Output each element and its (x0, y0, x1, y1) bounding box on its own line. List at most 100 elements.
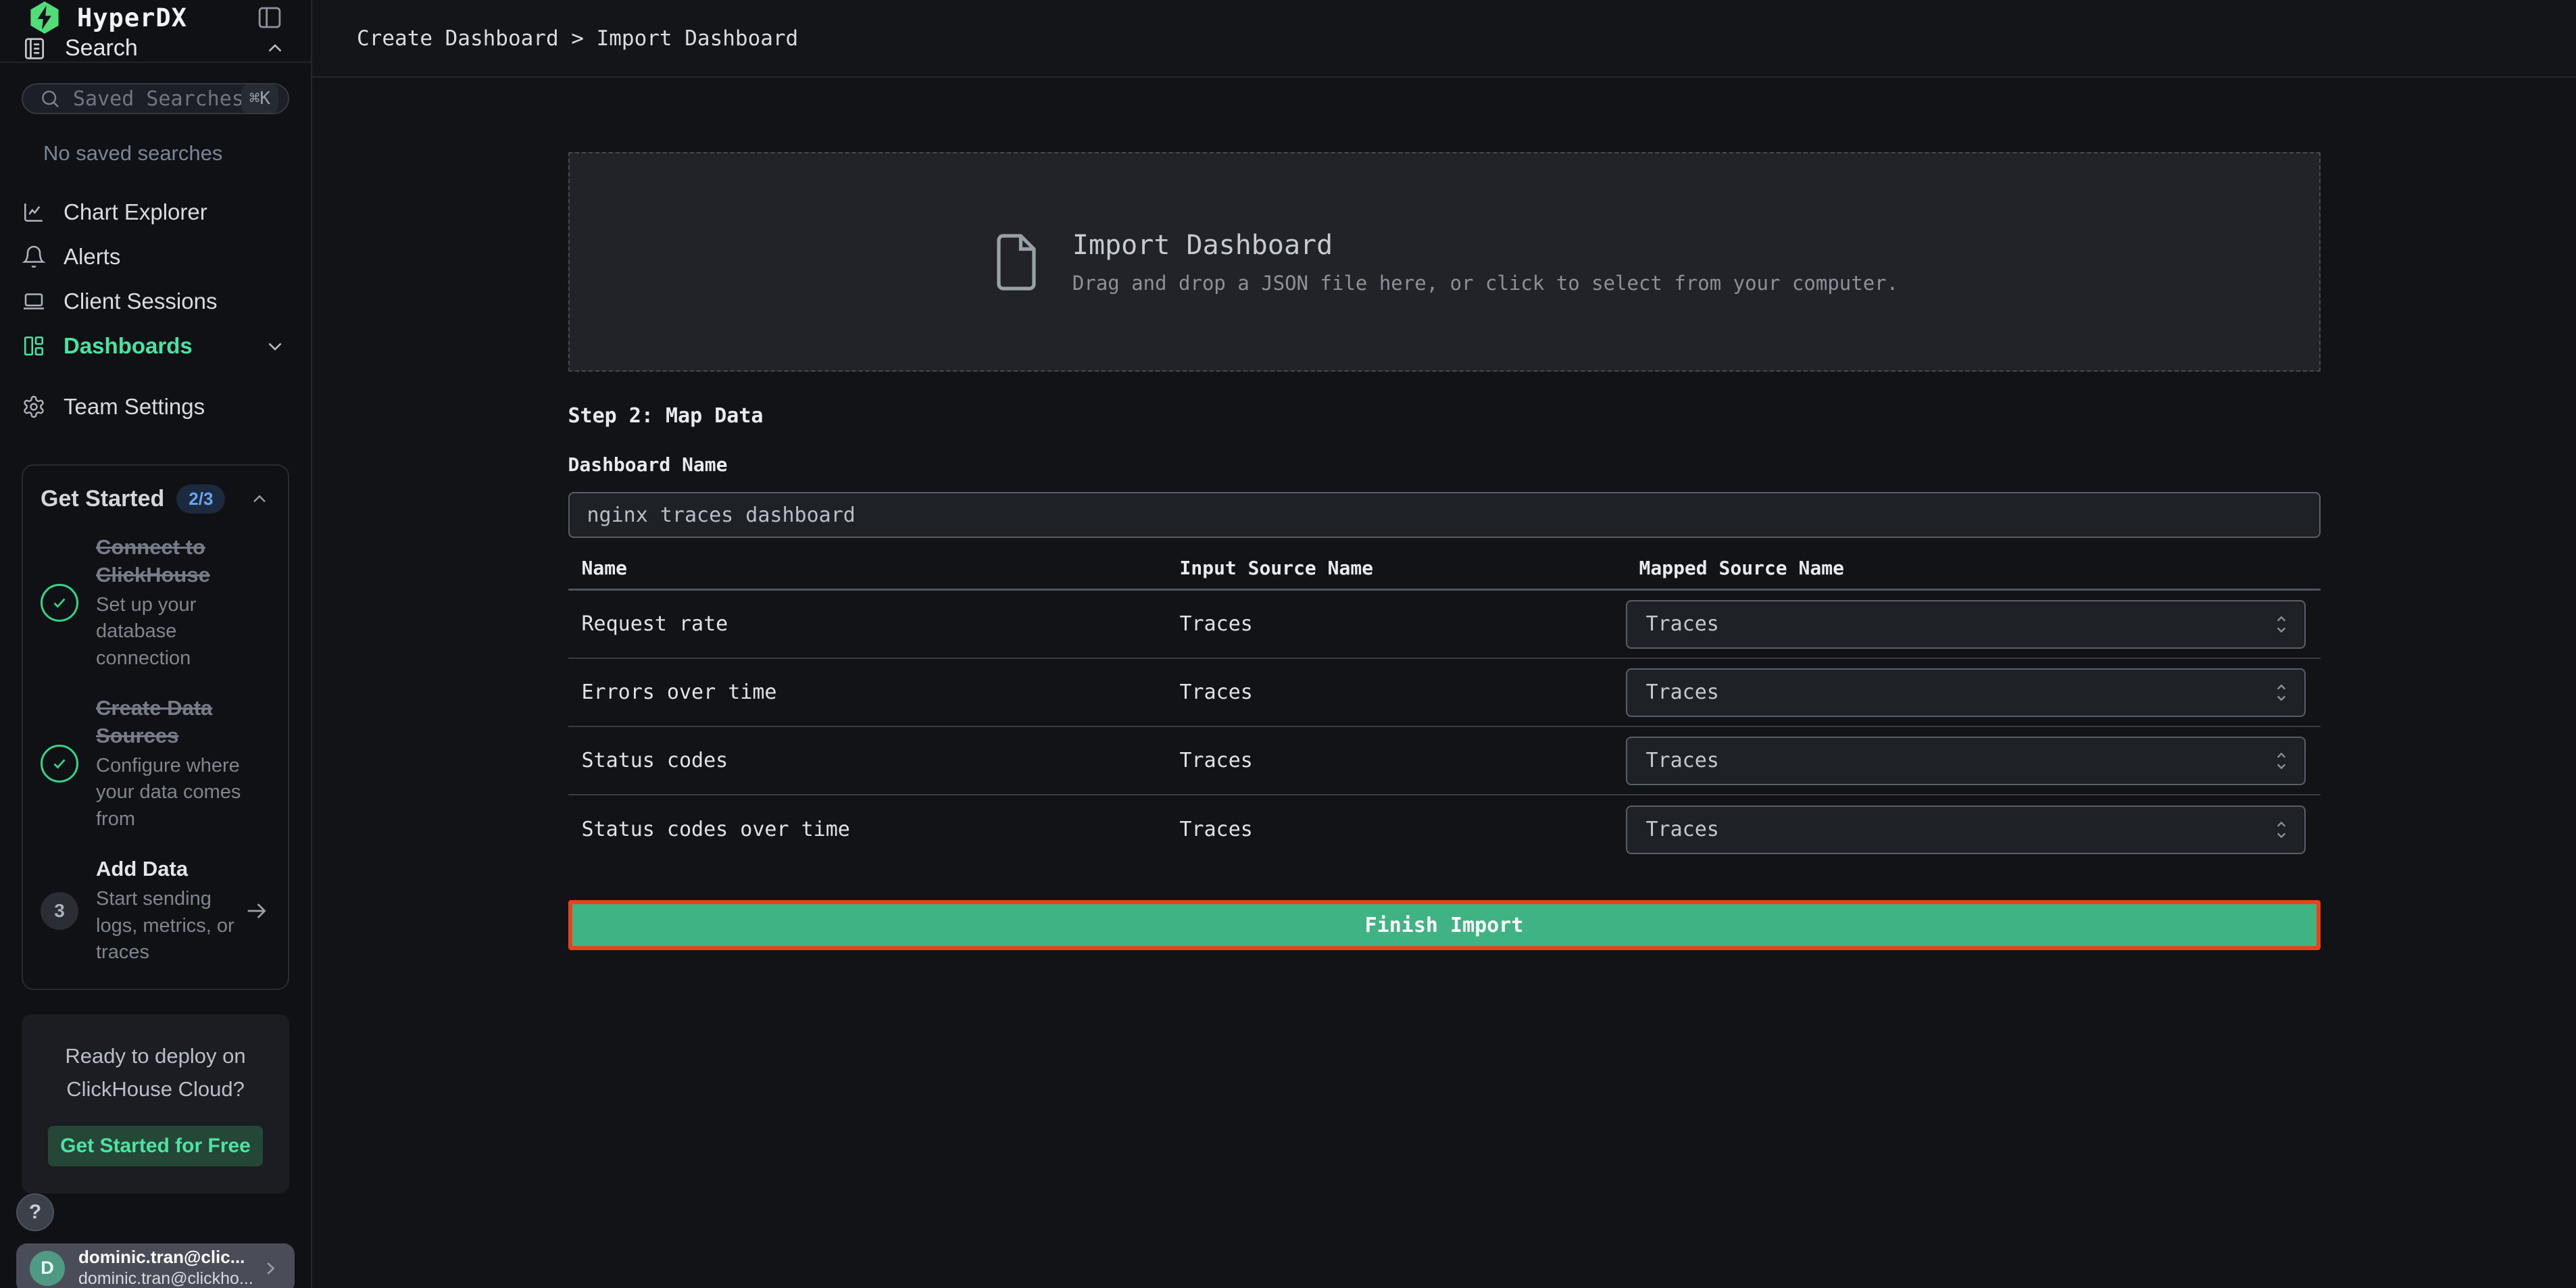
cell-name: Errors over time (568, 680, 1166, 704)
select-value: Traces (1646, 749, 2271, 772)
main-area: Create Dashboard > Import Dashboard Impo… (312, 0, 2576, 1288)
get-started-header[interactable]: Get Started 2/3 (41, 485, 270, 514)
chevron-up-icon[interactable] (249, 489, 270, 510)
sidebar-item-client-sessions[interactable]: Client Sessions (0, 279, 311, 324)
journal-icon (22, 36, 47, 61)
mapped-source-select[interactable]: Traces (1626, 600, 2306, 649)
dashboard-grid-icon (22, 334, 46, 358)
dashboard-name-input[interactable] (568, 492, 2321, 538)
user-menu[interactable]: D dominic.tran@clic... dominic.tran@clic… (16, 1243, 295, 1288)
nav-label: Alerts (64, 244, 120, 270)
get-started-items: Connect to ClickHouse Set up your databa… (41, 534, 270, 966)
column-header-input-source: Input Source Name (1166, 557, 1626, 579)
select-chevrons-icon (2271, 611, 2292, 638)
user-name: dominic.tran@clic... (78, 1247, 258, 1268)
nav-label: Dashboards (64, 333, 193, 359)
saved-searches-input[interactable] (73, 87, 241, 111)
search-section-label: Search (65, 35, 138, 61)
get-started-item-desc: Start sending logs, metrics, or traces (96, 886, 235, 966)
sidebar: HyperDX Search ⌘K (0, 0, 312, 1288)
get-started-item-connect[interactable]: Connect to ClickHouse Set up your databa… (41, 534, 270, 672)
hyperdx-logo-icon (27, 0, 62, 35)
sidebar-toggle-icon[interactable] (255, 3, 284, 32)
sidebar-item-chart-explorer[interactable]: Chart Explorer (0, 190, 311, 234)
cell-name: Status codes (568, 749, 1166, 772)
check-circle-icon (41, 745, 78, 783)
sidebar-item-alerts[interactable]: Alerts (0, 234, 311, 279)
mapped-source-select[interactable]: Traces (1626, 668, 2306, 717)
select-value: Traces (1646, 680, 2271, 704)
table-row: Request rate Traces Traces (568, 591, 2321, 659)
content-area: Import Dashboard Drag and drop a JSON fi… (312, 78, 2576, 1288)
sidebar-item-search[interactable]: Search (0, 35, 311, 63)
shortcut-badge: ⌘K (241, 84, 278, 113)
laptop-icon (22, 289, 46, 314)
table-header: Name Input Source Name Mapped Source Nam… (568, 551, 2321, 591)
get-started-card: Get Started 2/3 Connect to ClickHouse Se… (22, 464, 289, 990)
select-value: Traces (1646, 612, 2271, 636)
step-number-badge: 3 (41, 892, 78, 930)
clickhouse-cloud-promo: Ready to deploy on ClickHouse Cloud? Get… (22, 1014, 289, 1193)
cell-input-source: Traces (1166, 818, 1626, 841)
column-header-name: Name (568, 557, 1166, 579)
select-chevrons-icon (2271, 747, 2292, 774)
select-chevrons-icon (2271, 679, 2292, 706)
chevron-right-icon (258, 1257, 281, 1280)
get-started-item-desc: Set up your database connection (96, 592, 270, 672)
nav-label: Chart Explorer (64, 199, 207, 225)
mapped-source-select[interactable]: Traces (1626, 737, 2306, 785)
breadcrumb: Create Dashboard > Import Dashboard (357, 26, 798, 51)
table-row: Errors over time Traces Traces (568, 659, 2321, 727)
get-started-title: Get Started (41, 486, 164, 512)
chart-line-icon (22, 200, 46, 224)
nav-label: Client Sessions (64, 289, 217, 314)
cell-name: Request rate (568, 612, 1166, 636)
get-started-free-button[interactable]: Get Started for Free (48, 1126, 263, 1166)
import-dropzone[interactable]: Import Dashboard Drag and drop a JSON fi… (568, 152, 2321, 372)
search-icon (39, 88, 61, 109)
cell-name: Status codes over time (568, 818, 1166, 841)
select-chevrons-icon (2271, 816, 2292, 843)
mapping-table: Name Input Source Name Mapped Source Nam… (568, 551, 2321, 864)
sidebar-bottom: ? D dominic.tran@clic... dominic.tran@cl… (0, 1193, 311, 1288)
arrow-right-icon[interactable] (243, 897, 270, 924)
get-started-item-desc: Configure where your data comes from (96, 753, 270, 833)
saved-searches-searchbar[interactable]: ⌘K (22, 83, 289, 114)
avatar: D (30, 1251, 65, 1286)
progress-badge: 2/3 (176, 485, 225, 514)
chevron-down-icon (264, 335, 287, 357)
promo-line1: Ready to deploy on (41, 1040, 270, 1072)
gear-icon (22, 395, 46, 419)
app-root: HyperDX Search ⌘K (0, 0, 2576, 1288)
no-saved-searches-note: No saved searches (43, 141, 289, 166)
column-header-mapped-source: Mapped Source Name (1626, 557, 2321, 579)
dashboard-name-label: Dashboard Name (568, 453, 2321, 476)
sidebar-item-team-settings[interactable]: Team Settings (0, 385, 311, 429)
get-started-item-title: Connect to ClickHouse (96, 534, 270, 589)
top-bar: Create Dashboard > Import Dashboard (312, 0, 2576, 78)
cell-input-source: Traces (1166, 749, 1626, 772)
dropzone-subtitle: Drag and drop a JSON file here, or click… (1072, 272, 1898, 295)
get-started-item-add-data[interactable]: 3 Add Data Start sending logs, metrics, … (41, 856, 270, 966)
help-button[interactable]: ? (16, 1193, 54, 1231)
get-started-item-title: Create Data Sources (96, 695, 270, 750)
user-email: dominic.tran@clickho... (78, 1268, 258, 1288)
step-label: Step 2: Map Data (568, 404, 2321, 428)
get-started-item-title: Add Data (96, 856, 235, 883)
get-started-item-sources[interactable]: Create Data Sources Configure where your… (41, 695, 270, 833)
sidebar-nav: Chart Explorer Alerts Client Sessions (0, 190, 311, 429)
cell-input-source: Traces (1166, 612, 1626, 636)
dropzone-title: Import Dashboard (1072, 230, 1898, 261)
promo-line2: ClickHouse Cloud? (41, 1073, 270, 1106)
table-row: Status codes over time Traces Traces (568, 795, 2321, 864)
mapped-source-select[interactable]: Traces (1626, 806, 2306, 854)
nav-label: Team Settings (64, 394, 205, 420)
select-value: Traces (1646, 818, 2271, 841)
finish-import-button[interactable]: Finish Import (568, 900, 2321, 950)
brand-name: HyperDX (77, 3, 187, 32)
chevron-up-icon[interactable] (264, 37, 287, 60)
table-row: Status codes Traces Traces (568, 727, 2321, 795)
bell-icon (22, 245, 46, 269)
file-icon (990, 230, 1043, 295)
sidebar-item-dashboards[interactable]: Dashboards (0, 324, 311, 368)
